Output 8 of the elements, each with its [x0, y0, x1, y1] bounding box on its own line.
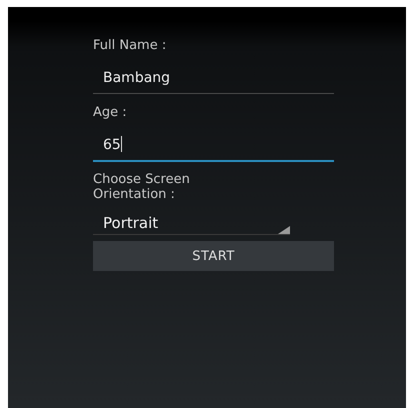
start-button[interactable]: START [93, 241, 334, 271]
field-label: Choose Screen Orientation : [93, 172, 191, 202]
dropdown-corner-icon [278, 226, 290, 234]
text-field[interactable]: 65 [93, 135, 334, 162]
orientation-dropdown[interactable]: Portrait [93, 212, 290, 235]
text-field[interactable]: Bambang [93, 68, 334, 94]
field-label: Age : [93, 105, 128, 120]
field-label: Full Name : [93, 38, 168, 53]
